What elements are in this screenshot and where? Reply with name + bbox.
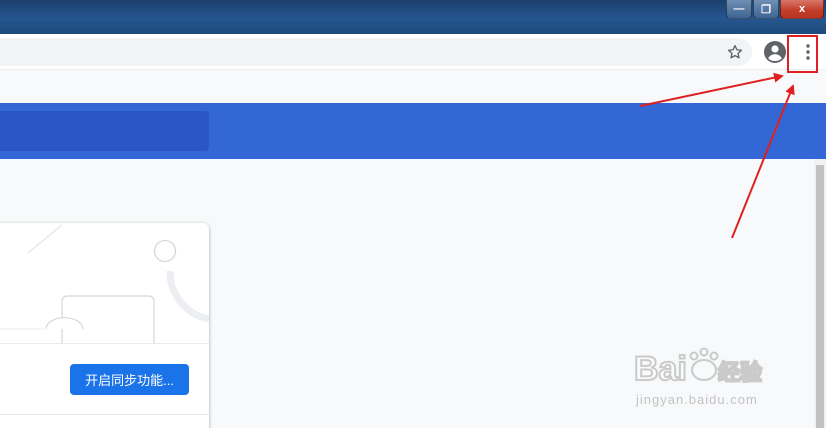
account-circle-icon[interactable] <box>763 40 787 64</box>
close-button[interactable]: x <box>780 0 824 19</box>
minimize-button[interactable]: — <box>726 0 752 19</box>
card-divider <box>0 414 209 415</box>
card-divider <box>0 343 209 344</box>
address-bar[interactable] <box>0 38 752 66</box>
svg-text:经验: 经验 <box>718 360 762 385</box>
baidu-logo: Bai 经验 <box>633 347 763 389</box>
star-icon[interactable] <box>726 43 744 61</box>
maximize-button[interactable]: ❐ <box>753 0 779 19</box>
annotation-arrow <box>639 72 784 107</box>
baidu-watermark: Bai 经验 jingyan.baidu.com <box>632 340 792 412</box>
window-titlebar: — ❐ x <box>0 0 826 34</box>
browser-window: — ❐ x 开启同步功能... Bai 经验 jingyan.baidu.com <box>0 0 826 428</box>
sync-illustration <box>0 224 209 343</box>
sync-card: 开启同步功能... <box>0 223 209 428</box>
settings-search-field[interactable] <box>0 111 209 151</box>
scrollbar-thumb[interactable] <box>816 165 824 428</box>
watermark-url: jingyan.baidu.com <box>636 392 758 407</box>
turn-on-sync-button[interactable]: 开启同步功能... <box>70 364 189 395</box>
browser-toolbar <box>0 34 826 70</box>
window-controls: — ❐ x <box>726 0 824 19</box>
svg-text:Bai: Bai <box>634 350 687 388</box>
scrollbar[interactable] <box>814 159 826 428</box>
settings-header <box>0 103 826 159</box>
annotation-highlight-box <box>787 35 818 73</box>
